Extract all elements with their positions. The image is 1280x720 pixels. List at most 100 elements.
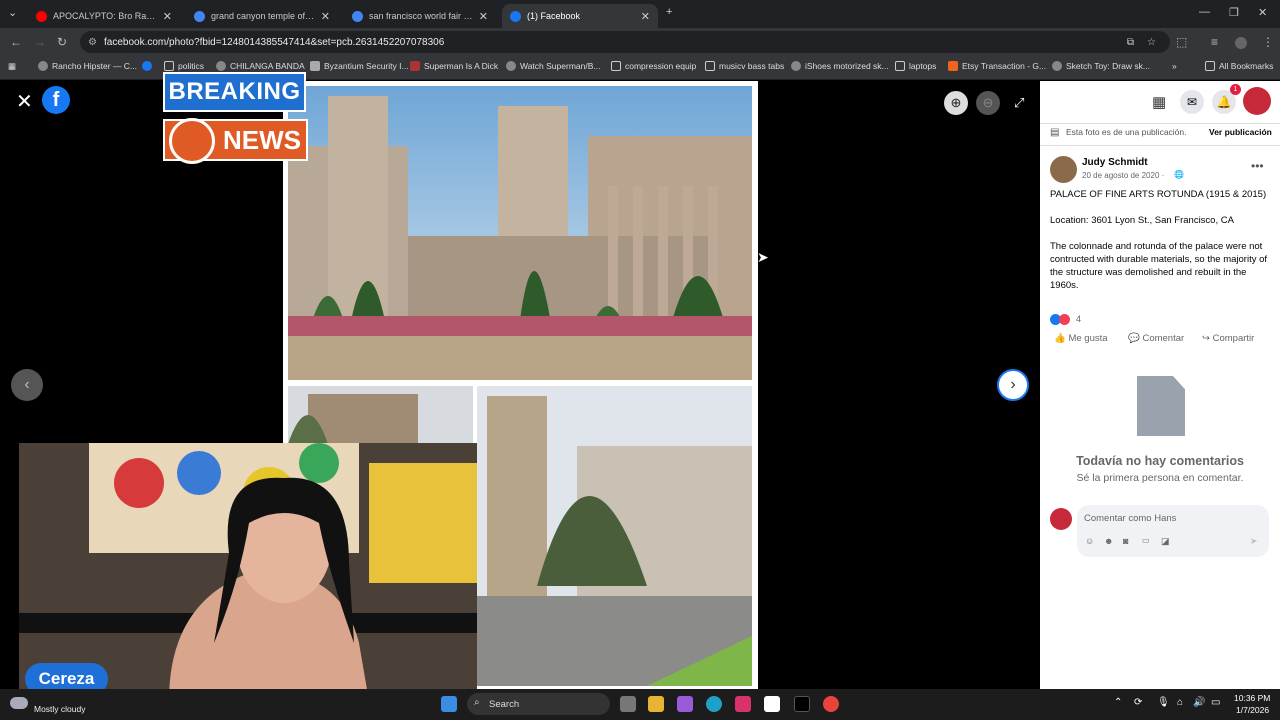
divider [1040,145,1280,146]
site-info-icon[interactable]: ⚙ [88,37,97,48]
forward-icon[interactable]: → [34,35,46,49]
bookmark[interactable]: politics [164,61,204,71]
author-name[interactable]: Judy Schmidt [1082,157,1148,168]
back-icon[interactable]: ← [10,35,22,49]
tab-1[interactable]: APOCALYPTO: Bro Ran for His L ✕ [28,4,180,28]
bookmark[interactable]: musicv bass tabs [705,61,784,71]
bookmark-label: Watch Superman/B... [520,61,601,71]
previous-photo-icon[interactable]: ‹ [11,369,43,401]
facebook-logo[interactable]: f [42,86,70,114]
menu-icon[interactable]: ⋮ [1262,35,1274,49]
gif-icon[interactable]: ▭ [1142,536,1150,545]
author-avatar[interactable] [1050,156,1077,183]
maximize-icon[interactable]: ❐ [1229,6,1239,19]
tab-3[interactable]: san francisco world fair 1915 - ✕ [344,4,496,28]
bookmark[interactable]: laptops [895,61,936,71]
avatar-sticker-icon[interactable]: ☺ [1085,536,1094,546]
window-close-icon[interactable]: ✕ [1258,6,1267,19]
network-icon[interactable]: ⌂ [1177,697,1183,708]
windows-start-icon[interactable] [441,696,457,712]
tab-title: san francisco world fair 1915 - [369,11,473,21]
weather-text[interactable]: Mostly cloudy [34,704,86,714]
bookmark[interactable]: Byzantium Security I... [310,61,409,71]
apps-icon[interactable]: ▦ [8,61,16,72]
post-date[interactable]: 20 de agosto de 2020 · [1082,171,1164,180]
next-photo-icon[interactable]: › [997,369,1029,401]
volume-icon[interactable]: 🔊 [1193,697,1205,708]
comment-placeholder: Comentar como Hans [1084,513,1177,524]
comment-button[interactable]: 💬 Comentar [1128,333,1184,344]
emoji-icon[interactable]: ☻ [1104,536,1113,546]
close-icon[interactable]: ✕ [163,10,172,23]
zoom-out-icon[interactable]: ⊖ [976,91,1000,115]
address-bar[interactable]: ⚙ facebook.com/photo?fbid=12480143855474… [80,31,1170,53]
bookmark[interactable]: Superman Is A Dick [410,61,498,71]
close-icon[interactable]: ✕ [641,10,650,23]
share-label: Compartir [1212,333,1255,344]
battery-icon[interactable]: ▭ [1211,697,1220,708]
task-view-icon[interactable] [620,696,636,712]
close-icon[interactable]: ✕ [321,10,330,23]
divider [1040,123,1280,124]
cast-icon[interactable]: ⧉ [1127,37,1134,48]
rotunda-photo [288,386,473,444]
bookmark-label: Etsy Transaction - G... [962,61,1047,71]
fullscreen-icon[interactable]: ⤢ [1014,95,1024,111]
bookmark[interactable]: Watch Superman/B... [506,61,600,71]
clock-date[interactable]: 1/7/2026 [1236,705,1269,715]
microphone-icon[interactable]: 🎙 [1157,697,1170,708]
chevron-right-icon[interactable]: » [1172,61,1177,71]
account-avatar[interactable] [1243,87,1271,115]
post-side-panel: ▦ ✉ 🔔 1 ▤ Esta foto es de una publicació… [1040,81,1280,689]
send-icon[interactable]: ➤ [1250,536,1258,547]
bookmark-label: laptops [909,61,937,71]
amazon-icon[interactable] [764,696,780,712]
tray-chevron-icon[interactable]: ⌃ [1114,697,1122,708]
bookmark[interactable]: Sketch Toy: Draw sk... [1052,61,1150,71]
x-app-icon[interactable] [794,696,810,712]
close-icon[interactable]: ✕ [16,89,33,114]
new-tab-icon[interactable]: + [666,6,672,18]
clock-time[interactable]: 10:36 PM [1234,693,1270,703]
reaction-count[interactable]: 4 [1076,314,1081,324]
more-options-icon[interactable]: ••• [1251,159,1264,173]
messenger-icon[interactable]: ✉ [1180,90,1204,114]
bookmark[interactable]: CHILANGA BANDA [216,61,305,71]
copilot-icon[interactable] [677,696,693,712]
share-button[interactable]: ↪ Compartir [1202,333,1254,344]
reading-list-icon[interactable]: ≡ [1211,35,1218,49]
facebook-icon [510,10,521,22]
tab-4-active[interactable]: (1) Facebook ✕ [502,4,658,28]
bookmark[interactable]: compression equip [611,61,696,71]
close-icon[interactable]: ✕ [479,10,488,23]
extensions-icon[interactable]: ⬚ [1176,35,1187,49]
instagram-icon[interactable] [735,696,751,712]
zoom-in-icon[interactable]: ⊕ [944,91,968,115]
star-icon[interactable]: ☆ [1147,37,1156,48]
see-post-link[interactable]: Ver publicación [1209,127,1272,137]
sticker-icon[interactable]: ◪ [1161,536,1170,547]
comment-input[interactable]: Comentar como Hans ☺ ☻ ◙ ▭ ◪ ➤ [1077,505,1269,557]
file-explorer-icon[interactable] [648,696,664,712]
bookmark[interactable]: iShoes motorized sk... [791,61,889,71]
camera-icon[interactable]: ◙ [1123,536,1128,546]
sync-icon[interactable]: ⟳ [1134,697,1142,708]
bookmark[interactable]: Etsy Transaction - G... [948,61,1046,71]
tab-2[interactable]: grand canyon temple of isis - G ✕ [186,4,338,28]
tab-search-icon[interactable]: ⌄ [8,6,17,19]
facebook-bookmark-icon[interactable] [142,61,156,71]
minimize-icon[interactable]: — [1199,6,1210,18]
menu-grid-icon[interactable]: ▦ [1152,93,1168,111]
post-notice-icon: ▤ [1050,127,1060,138]
taskbar-search[interactable]: ⌕ Search [467,693,610,715]
chrome-icon[interactable] [823,696,839,712]
like-button[interactable]: 👍 Me gusta [1054,333,1108,344]
google-icon [194,10,205,22]
bookmark[interactable]: Rancho Hipster — C... [38,61,137,71]
globe-icon [169,118,215,164]
profile-avatar[interactable] [1235,37,1247,49]
reload-icon[interactable]: ↻ [57,35,67,49]
bookmark[interactable]: All Bookmarks [1205,61,1273,71]
mouse-cursor: ➤ [757,249,769,265]
edge-icon[interactable] [706,696,722,712]
